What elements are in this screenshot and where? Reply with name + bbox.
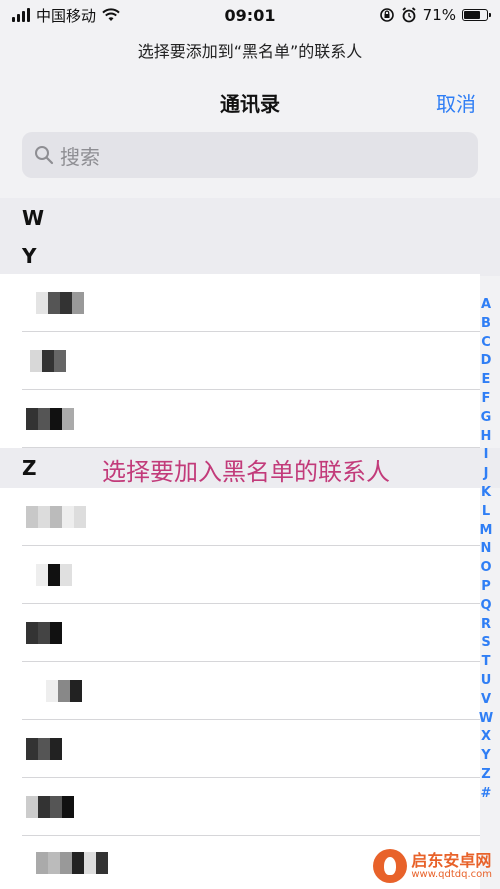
rotation-lock-icon — [379, 8, 394, 22]
alarm-icon — [402, 7, 416, 23]
watermark-name: 启东安卓网 — [411, 850, 492, 870]
contact-name-redacted — [26, 408, 74, 430]
search-placeholder: 搜索 — [60, 144, 100, 169]
contact-row[interactable] — [0, 332, 480, 390]
contact-name-redacted — [30, 350, 66, 372]
annotation-text: 选择要加入黑名单的联系人 — [102, 458, 390, 486]
carrier-label: 中国移动 — [36, 6, 97, 25]
page-title: 通讯录 — [220, 92, 280, 116]
index-letter[interactable]: D — [481, 352, 492, 371]
search-icon — [35, 146, 54, 165]
wifi-icon — [102, 8, 120, 21]
index-letter[interactable]: V — [481, 691, 491, 710]
contact-name-redacted — [36, 564, 72, 586]
index-letter[interactable]: # — [481, 785, 492, 804]
status-bar: 中国移动 09:01 71% — [0, 0, 500, 30]
contact-row[interactable] — [0, 662, 480, 720]
watermark-text: 启东安卓网 www.qdtdq.com — [411, 852, 492, 881]
index-letter[interactable]: H — [481, 428, 492, 447]
status-left: 中国移动 — [12, 5, 120, 26]
contact-name-redacted — [36, 851, 108, 874]
contact-row[interactable] — [0, 390, 480, 448]
index-letter[interactable]: E — [482, 371, 491, 390]
status-time: 09:01 — [224, 5, 276, 25]
contact-row[interactable] — [0, 546, 480, 604]
index-letter[interactable]: O — [480, 559, 491, 578]
index-letter[interactable]: Z — [481, 766, 490, 785]
index-letter[interactable]: R — [481, 616, 491, 635]
status-right: 71% — [379, 6, 491, 24]
index-letter[interactable]: K — [481, 484, 491, 503]
index-letter[interactable]: Q — [480, 597, 491, 616]
contact-name-redacted — [26, 622, 62, 644]
alphabet-index[interactable]: A B C D E F G H I J K L M N O P Q R S T U V W X Y Z # — [476, 296, 496, 804]
signal-icon — [12, 8, 30, 22]
index-letter[interactable]: C — [481, 334, 491, 353]
contact-row[interactable] — [0, 488, 480, 546]
index-letter[interactable]: A — [481, 296, 491, 315]
watermark-url: www.qdtdq.com — [411, 869, 492, 881]
contact-name-redacted — [26, 738, 62, 760]
index-letter[interactable]: L — [482, 503, 490, 522]
battery-fill — [464, 11, 480, 19]
index-letter[interactable]: J — [484, 465, 489, 484]
index-letter[interactable]: M — [480, 522, 493, 541]
section-header-y: Y — [0, 236, 500, 276]
watermark-logo-icon — [373, 849, 408, 883]
index-letter[interactable]: I — [484, 446, 489, 465]
section-header-w: W — [0, 198, 500, 238]
contact-name-redacted — [26, 506, 86, 528]
contact-name-redacted — [36, 292, 84, 314]
contact-row[interactable] — [0, 604, 480, 662]
index-letter[interactable]: X — [481, 728, 491, 747]
contact-row[interactable] — [0, 778, 480, 836]
index-letter[interactable]: P — [481, 578, 491, 597]
index-letter[interactable]: Y — [481, 747, 490, 766]
index-letter[interactable]: S — [481, 634, 490, 653]
index-letter[interactable]: W — [479, 710, 493, 729]
blacklist-prompt: 选择要添加到“黑名单”的联系人 — [137, 42, 363, 61]
index-letter[interactable]: T — [482, 653, 491, 672]
cancel-button[interactable]: 取消 — [436, 88, 476, 117]
contact-row[interactable] — [0, 274, 480, 332]
index-letter[interactable]: G — [481, 409, 492, 428]
watermark: 启东安卓网 www.qdtdq.com — [373, 849, 492, 883]
battery-percent: 71% — [422, 6, 456, 24]
contact-name-redacted — [46, 680, 82, 702]
index-letter[interactable]: N — [481, 540, 492, 559]
search-input[interactable]: 搜索 — [22, 132, 478, 178]
contact-name-redacted — [26, 796, 74, 818]
battery-icon — [462, 9, 491, 21]
index-letter[interactable]: F — [482, 390, 491, 409]
contact-row[interactable] — [0, 720, 480, 778]
index-letter[interactable]: B — [481, 315, 491, 334]
index-letter[interactable]: U — [481, 672, 492, 691]
